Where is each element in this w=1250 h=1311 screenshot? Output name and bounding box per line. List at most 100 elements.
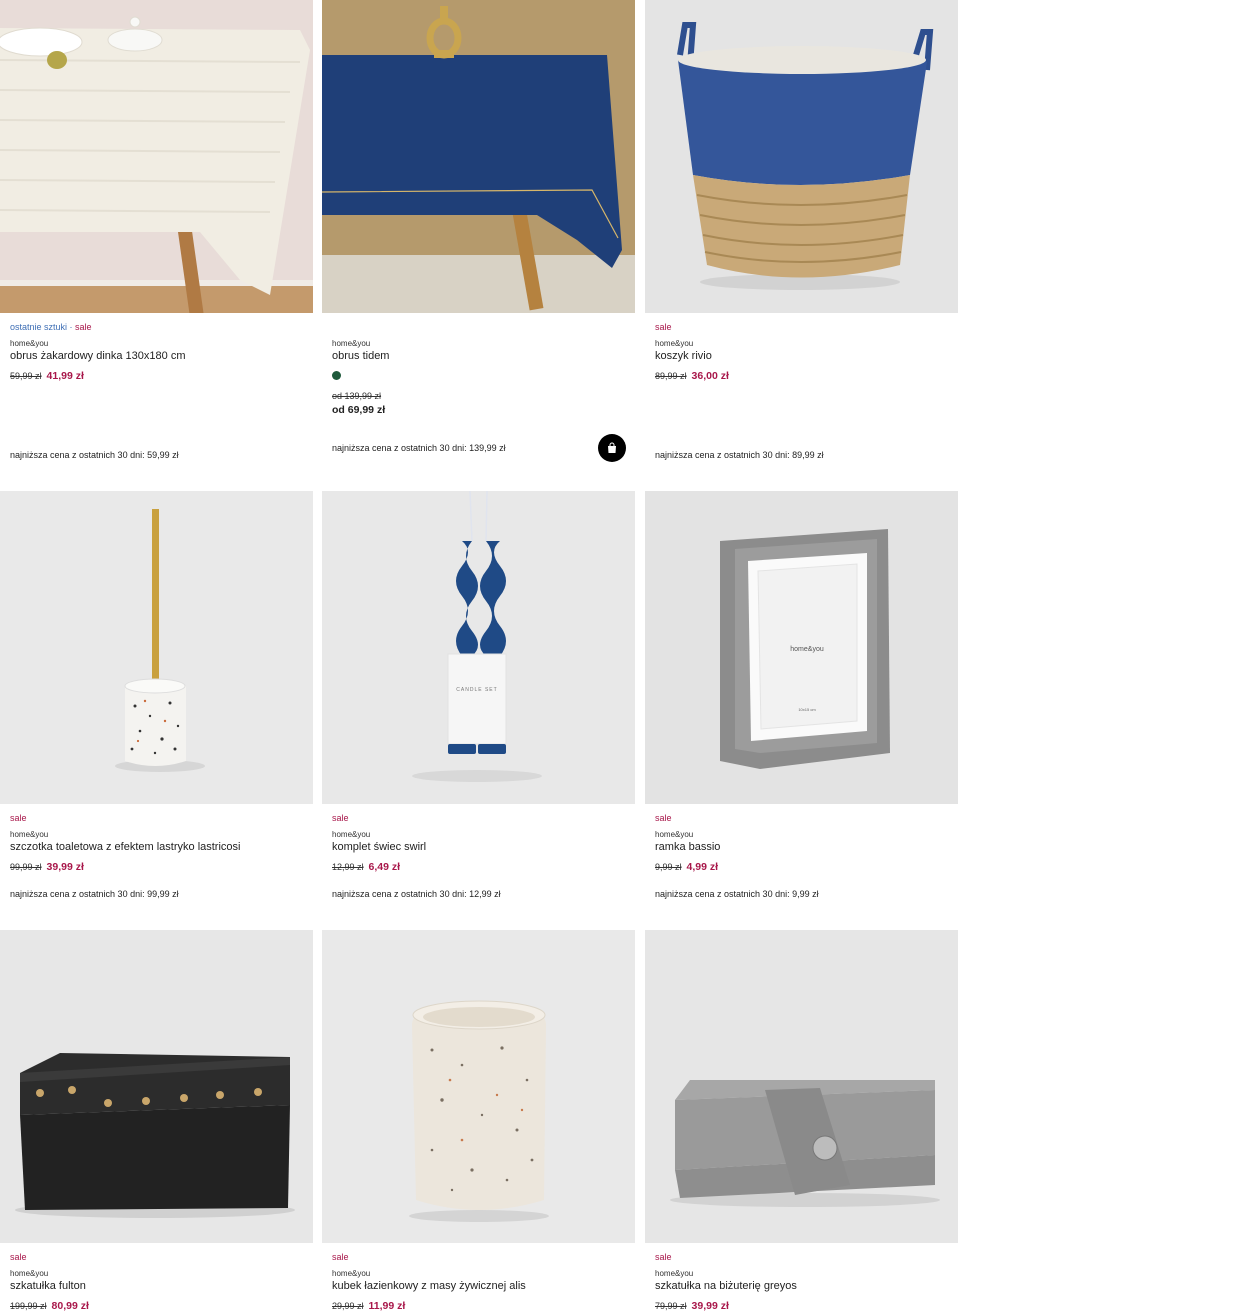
product-prices: 12,99 zł 6,49 zł	[332, 861, 627, 874]
frame-logo: home&you	[790, 646, 824, 653]
lowest-price-note: najniższa cena z ostatnich 30 dni: 12,99…	[332, 889, 501, 899]
product-image[interactable]: home&you 10x15 cm	[645, 491, 958, 804]
product-tags: sale	[10, 1252, 305, 1263]
product-image-tablecloth-white	[0, 0, 313, 313]
frame-size: 10x15 cm	[798, 707, 816, 712]
product-card[interactable]: sale home&you szczotka toaletowa z efekt…	[0, 491, 313, 921]
product-prices: 29,99 zł 11,99 zł	[332, 1300, 627, 1311]
shopping-bag-icon	[608, 442, 616, 453]
product-image[interactable]	[645, 930, 958, 1243]
product-image[interactable]	[322, 0, 635, 313]
product-card[interactable]: ostatnie sztuki · sale home&you obrus ża…	[0, 0, 313, 480]
product-image-jewelry-box	[645, 930, 958, 1243]
lowest-price-note: najniższa cena z ostatnich 30 dni: 139,9…	[332, 443, 506, 453]
tag-sale: sale	[332, 813, 349, 823]
tag-sale: sale	[655, 1252, 672, 1262]
product-brand: home&you	[332, 1269, 371, 1278]
product-tags: sale	[655, 322, 950, 333]
product-title[interactable]: komplet świec swirl	[332, 841, 627, 854]
product-title[interactable]: obrus żakardowy dinka 130x180 cm	[10, 350, 305, 363]
product-title[interactable]: obrus tidem	[332, 350, 627, 363]
product-info: sale home&you szkatułka fulton 199,99 zł…	[10, 1252, 305, 1311]
tag-separator: ·	[67, 322, 76, 332]
product-info: sale home&you ramka bassio 9,99 zł 4,99 z…	[655, 813, 950, 874]
product-image[interactable]	[0, 930, 313, 1243]
product-title[interactable]: koszyk rivio	[655, 350, 950, 363]
product-prices: 99,99 zł 39,99 zł	[10, 861, 305, 874]
product-tags: sale	[332, 1252, 627, 1263]
product-info: sale home&you szczotka toaletowa z efekt…	[10, 813, 305, 874]
product-image[interactable]	[0, 491, 313, 804]
sale-price: 36,00 zł	[691, 370, 729, 382]
product-card[interactable]: CANDLE SET sale home&you komplet świec s…	[322, 491, 635, 921]
old-price: 79,99 zł	[655, 1301, 687, 1311]
old-price: od 139,99 zł	[332, 391, 382, 401]
product-prices: od 139,99 zł od 69,99 zł	[332, 390, 627, 416]
product-prices: 199,99 zł 80,99 zł	[10, 1300, 305, 1311]
lowest-price-note: najniższa cena z ostatnich 30 dni: 99,99…	[10, 889, 179, 899]
product-card[interactable]: sale home&you szkatułka fulton 199,99 zł…	[0, 930, 313, 1311]
product-image[interactable]	[0, 0, 313, 313]
product-tags	[332, 322, 627, 333]
sale-price: od 69,99 zł	[332, 404, 386, 416]
old-price: 199,99 zł	[10, 1301, 47, 1311]
add-to-cart-button[interactable]	[598, 434, 626, 462]
product-info: sale home&you kubek łazienkowy z masy ży…	[332, 1252, 627, 1311]
product-tags: sale	[10, 813, 305, 824]
product-image[interactable]	[322, 930, 635, 1243]
sale-price: 80,99 zł	[51, 1300, 89, 1311]
product-image-black-box	[0, 930, 313, 1243]
product-brand: home&you	[332, 339, 371, 348]
color-swatch[interactable]	[332, 371, 341, 380]
product-brand: home&you	[332, 830, 371, 839]
product-image-terrazzo-cup	[322, 930, 635, 1243]
product-brand: home&you	[10, 830, 49, 839]
product-image-toilet-brush	[0, 491, 313, 804]
product-image[interactable]	[645, 0, 958, 313]
product-image[interactable]: CANDLE SET	[322, 491, 635, 804]
product-info: home&you obrus tidem od 139,99 zł od 69,…	[332, 322, 627, 416]
old-price: 9,99 zł	[655, 862, 682, 872]
product-brand: home&you	[10, 339, 49, 348]
sale-price: 11,99 zł	[368, 1300, 406, 1311]
product-image-basket	[645, 0, 958, 313]
product-image-frame: home&you 10x15 cm	[645, 491, 958, 804]
product-card[interactable]: home&you 10x15 cm sale home&you ramka ba…	[645, 491, 958, 921]
product-title[interactable]: szkatułka na biżuterię greyos	[655, 1280, 950, 1293]
tag-sale: sale	[10, 813, 27, 823]
product-brand: home&you	[655, 830, 694, 839]
tag-sale: sale	[655, 322, 672, 332]
product-title[interactable]: kubek łazienkowy z masy żywicznej alis	[332, 1280, 627, 1293]
product-info: ostatnie sztuki · sale home&you obrus ża…	[10, 322, 305, 383]
old-price: 29,99 zł	[332, 1301, 364, 1311]
product-title[interactable]: szczotka toaletowa z efektem lastryko la…	[10, 841, 305, 854]
sale-price: 4,99 zł	[686, 861, 719, 873]
tag-sale: sale	[332, 1252, 349, 1262]
product-tags: ostatnie sztuki · sale	[10, 322, 305, 333]
sale-price: 39,99 zł	[46, 861, 84, 873]
tag-last-items: ostatnie sztuki	[10, 322, 68, 332]
sale-price: 41,99 zł	[46, 370, 84, 382]
lowest-price-note: najniższa cena z ostatnich 30 dni: 9,99 …	[655, 889, 819, 899]
packaging-label: CANDLE SET	[456, 687, 497, 693]
old-price: 89,99 zł	[655, 371, 687, 381]
tag-sale: sale	[655, 813, 672, 823]
product-title[interactable]: szkatułka fulton	[10, 1280, 305, 1293]
product-card[interactable]: sale home&you kubek łazienkowy z masy ży…	[322, 930, 635, 1311]
product-brand: home&you	[655, 339, 694, 348]
lowest-price-note: najniższa cena z ostatnich 30 dni: 59,99…	[10, 450, 179, 460]
product-card[interactable]: home&you obrus tidem od 139,99 zł od 69,…	[322, 0, 635, 480]
product-card[interactable]: sale home&you szkatułka na biżuterię gre…	[645, 930, 958, 1311]
product-tags: sale	[655, 813, 950, 824]
product-prices: 59,99 zł 41,99 zł	[10, 370, 305, 383]
tag-sale: sale	[10, 1252, 27, 1262]
product-info: sale home&you szkatułka na biżuterię gre…	[655, 1252, 950, 1311]
product-title[interactable]: ramka bassio	[655, 841, 950, 854]
sale-price: 6,49 zł	[368, 861, 401, 873]
product-prices: 9,99 zł 4,99 zł	[655, 861, 950, 874]
tag-sale: sale	[75, 322, 92, 332]
old-price: 12,99 zł	[332, 862, 364, 872]
product-brand: home&you	[10, 1269, 49, 1278]
product-info: sale home&you koszyk rivio 89,99 zł 36,00…	[655, 322, 950, 383]
product-card[interactable]: sale home&you koszyk rivio 89,99 zł 36,00…	[645, 0, 958, 480]
